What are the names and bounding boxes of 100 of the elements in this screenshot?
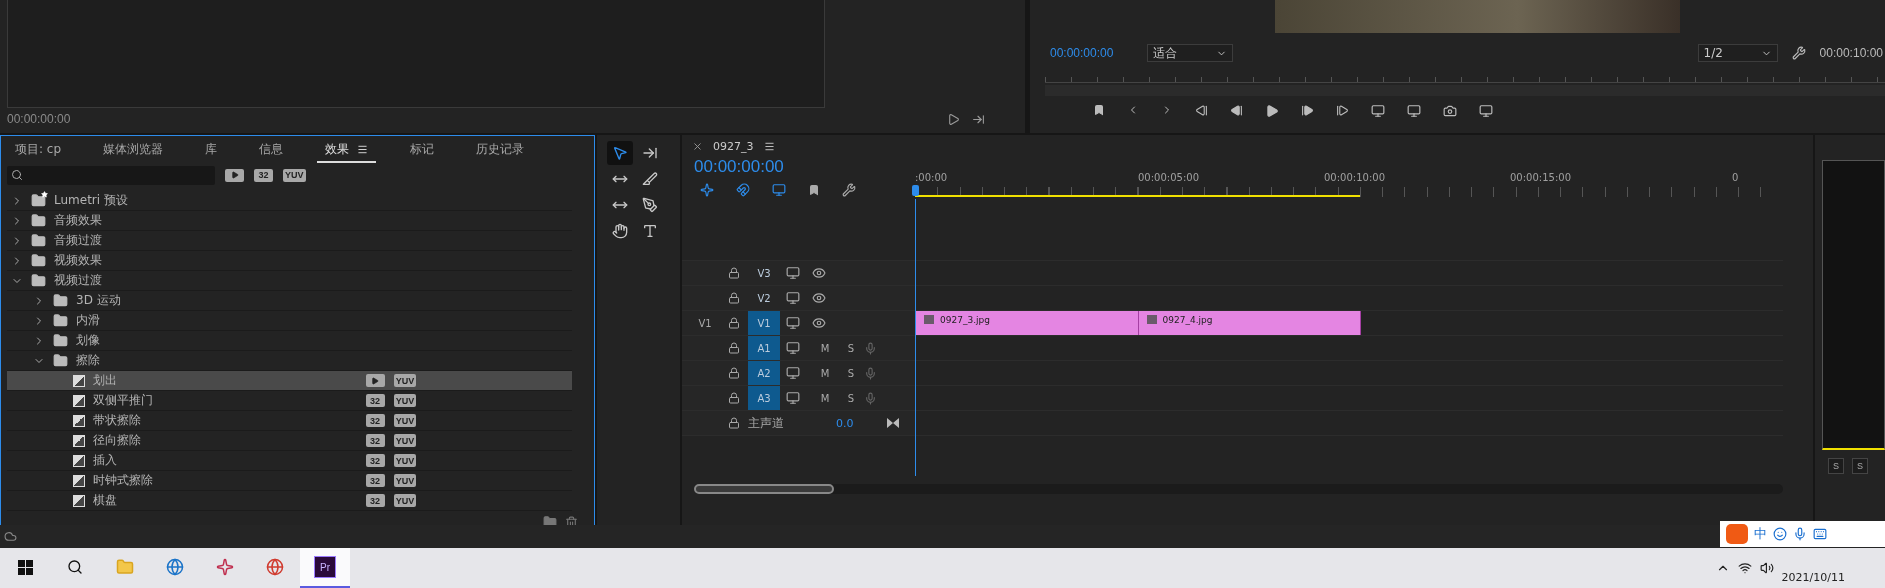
- panel-tab[interactable]: 历史记录: [468, 139, 533, 163]
- mic-icon[interactable]: [864, 366, 877, 380]
- track-target[interactable]: V1: [748, 311, 780, 335]
- effect-label: 时钟式擦除: [93, 472, 153, 489]
- mute-button[interactable]: M: [812, 342, 838, 354]
- scrollbar-thumb[interactable]: [694, 484, 834, 494]
- folder-label[interactable]: 擦除: [76, 352, 100, 369]
- mic-icon[interactable]: [864, 341, 877, 355]
- sequence-tab[interactable]: 0927_3: [713, 139, 754, 153]
- eye-icon[interactable]: [812, 291, 826, 305]
- network-icon[interactable]: [1737, 561, 1752, 575]
- solo-button[interactable]: S: [1828, 458, 1844, 474]
- folder-icon: [31, 253, 46, 268]
- search-field[interactable]: [7, 165, 215, 185]
- lock-icon[interactable]: [728, 367, 740, 379]
- new-folder-icon[interactable]: [543, 515, 557, 525]
- zoom-dropdown[interactable]: 适合: [1147, 44, 1234, 62]
- folder-label[interactable]: 划像: [76, 332, 100, 349]
- panel-tab[interactable]: 项目: cp: [7, 139, 70, 163]
- playhead-timecode[interactable]: 00:00:00:00: [1050, 46, 1114, 60]
- effect-type-badge: YUV: [393, 414, 417, 427]
- effect-item[interactable]: 时钟式擦除 32 YUV: [7, 471, 572, 491]
- panel-tab[interactable]: 标记: [402, 139, 443, 163]
- lock-icon[interactable]: [728, 392, 740, 404]
- pointer-icon[interactable]: [607, 141, 633, 165]
- track-target[interactable]: V2: [748, 286, 780, 310]
- play-button[interactable]: [1264, 104, 1279, 118]
- settings-icon[interactable]: [1791, 46, 1806, 60]
- source-timecode: 00:00:00:00: [7, 112, 71, 126]
- effect-item[interactable]: 带状擦除 32 YUV: [7, 411, 572, 431]
- track-target[interactable]: A2: [748, 361, 780, 385]
- playhead[interactable]: [912, 185, 919, 196]
- taskbar-button[interactable]: Pr: [300, 548, 350, 588]
- folder-label[interactable]: 视频效果: [54, 252, 102, 269]
- folder-icon: [53, 313, 68, 328]
- effect-item[interactable]: 划出 YUV: [7, 371, 572, 391]
- menu-icon[interactable]: [763, 140, 775, 152]
- resolution-dropdown[interactable]: 1/2: [1697, 44, 1778, 62]
- panel-tab[interactable]: 媒体浏览器: [95, 139, 172, 163]
- cloud-icon: [4, 530, 17, 543]
- add-marker-button[interactable]: [1092, 104, 1105, 118]
- snap-icon[interactable]: [736, 182, 750, 197]
- clip[interactable]: 0927_3.jpg: [916, 311, 1139, 335]
- panel-tab[interactable]: 效果: [317, 139, 377, 163]
- panel-tab[interactable]: 库: [197, 139, 226, 163]
- lock-icon[interactable]: [728, 317, 740, 329]
- marker-icon[interactable]: [808, 183, 820, 196]
- go-to-in-button[interactable]: [1194, 104, 1208, 118]
- solo-button[interactable]: S: [838, 367, 864, 379]
- search-icon: [11, 169, 23, 181]
- folder-label[interactable]: 内滑: [76, 312, 100, 329]
- volume-icon[interactable]: [1759, 561, 1774, 575]
- folder-icon: [53, 293, 68, 308]
- step-forward-button[interactable]: [1300, 104, 1314, 118]
- keyboard-icon[interactable]: [1813, 527, 1827, 541]
- folder-label[interactable]: 3D 运动: [76, 292, 121, 309]
- close-icon[interactable]: [692, 140, 703, 152]
- solo-button[interactable]: S: [838, 342, 864, 354]
- solo-button[interactable]: S: [838, 392, 864, 404]
- date-text[interactable]: 2021/10/11: [1781, 552, 1845, 584]
- source-patch[interactable]: V1: [682, 317, 728, 329]
- eye-icon[interactable]: [812, 266, 826, 280]
- ime-mode[interactable]: 中: [1754, 525, 1767, 543]
- track-target[interactable]: V3: [748, 261, 780, 285]
- folder-label[interactable]: Lumetri 预设: [54, 192, 128, 209]
- folder-label[interactable]: 视频过渡: [54, 272, 102, 289]
- mic-icon[interactable]: [864, 391, 877, 405]
- effect-item[interactable]: 插入 32 YUV: [7, 451, 572, 471]
- effect-type-badge: 32: [365, 414, 385, 427]
- effect-item[interactable]: 双侧平推门 32 YUV: [7, 391, 572, 411]
- lock-icon[interactable]: [728, 342, 740, 354]
- ime-logo-icon: [1726, 524, 1748, 544]
- settings-icon[interactable]: [842, 182, 856, 197]
- effect-item[interactable]: 棋盘 32 YUV: [7, 491, 572, 511]
- step-back-button[interactable]: [1229, 104, 1243, 118]
- eye-icon[interactable]: [812, 316, 826, 330]
- emoji-icon[interactable]: [1773, 527, 1787, 541]
- folder-label[interactable]: 音频过渡: [54, 232, 102, 249]
- folder-label[interactable]: 音频效果: [54, 212, 102, 229]
- trash-icon[interactable]: [565, 515, 578, 525]
- lock-icon[interactable]: [728, 292, 740, 304]
- accelerated-effect-icon: [365, 374, 385, 387]
- lock-icon[interactable]: [728, 267, 740, 279]
- effect-item[interactable]: 径向擦除 32 YUV: [7, 431, 572, 451]
- effect-type-badge: YUV: [393, 374, 417, 387]
- solo-button[interactable]: S: [1852, 458, 1868, 474]
- volume-value[interactable]: 0.0: [836, 416, 854, 430]
- sequence-timecode[interactable]: 00:00:00:00: [682, 157, 915, 177]
- clip[interactable]: 0927_4.jpg: [1138, 311, 1361, 335]
- track-target[interactable]: A1: [748, 336, 780, 360]
- menu-icon[interactable]: [357, 144, 369, 155]
- lock-icon[interactable]: [728, 417, 740, 429]
- mute-button[interactable]: M: [812, 367, 838, 379]
- panel-tab[interactable]: 信息: [251, 139, 292, 163]
- bowtie-icon[interactable]: [887, 418, 899, 428]
- mute-button[interactable]: M: [812, 392, 838, 404]
- track-target[interactable]: A3: [748, 386, 780, 410]
- go-to-out-button[interactable]: [1335, 104, 1349, 118]
- mic-icon[interactable]: [1793, 527, 1807, 541]
- camera-icon[interactable]: [1442, 104, 1457, 118]
